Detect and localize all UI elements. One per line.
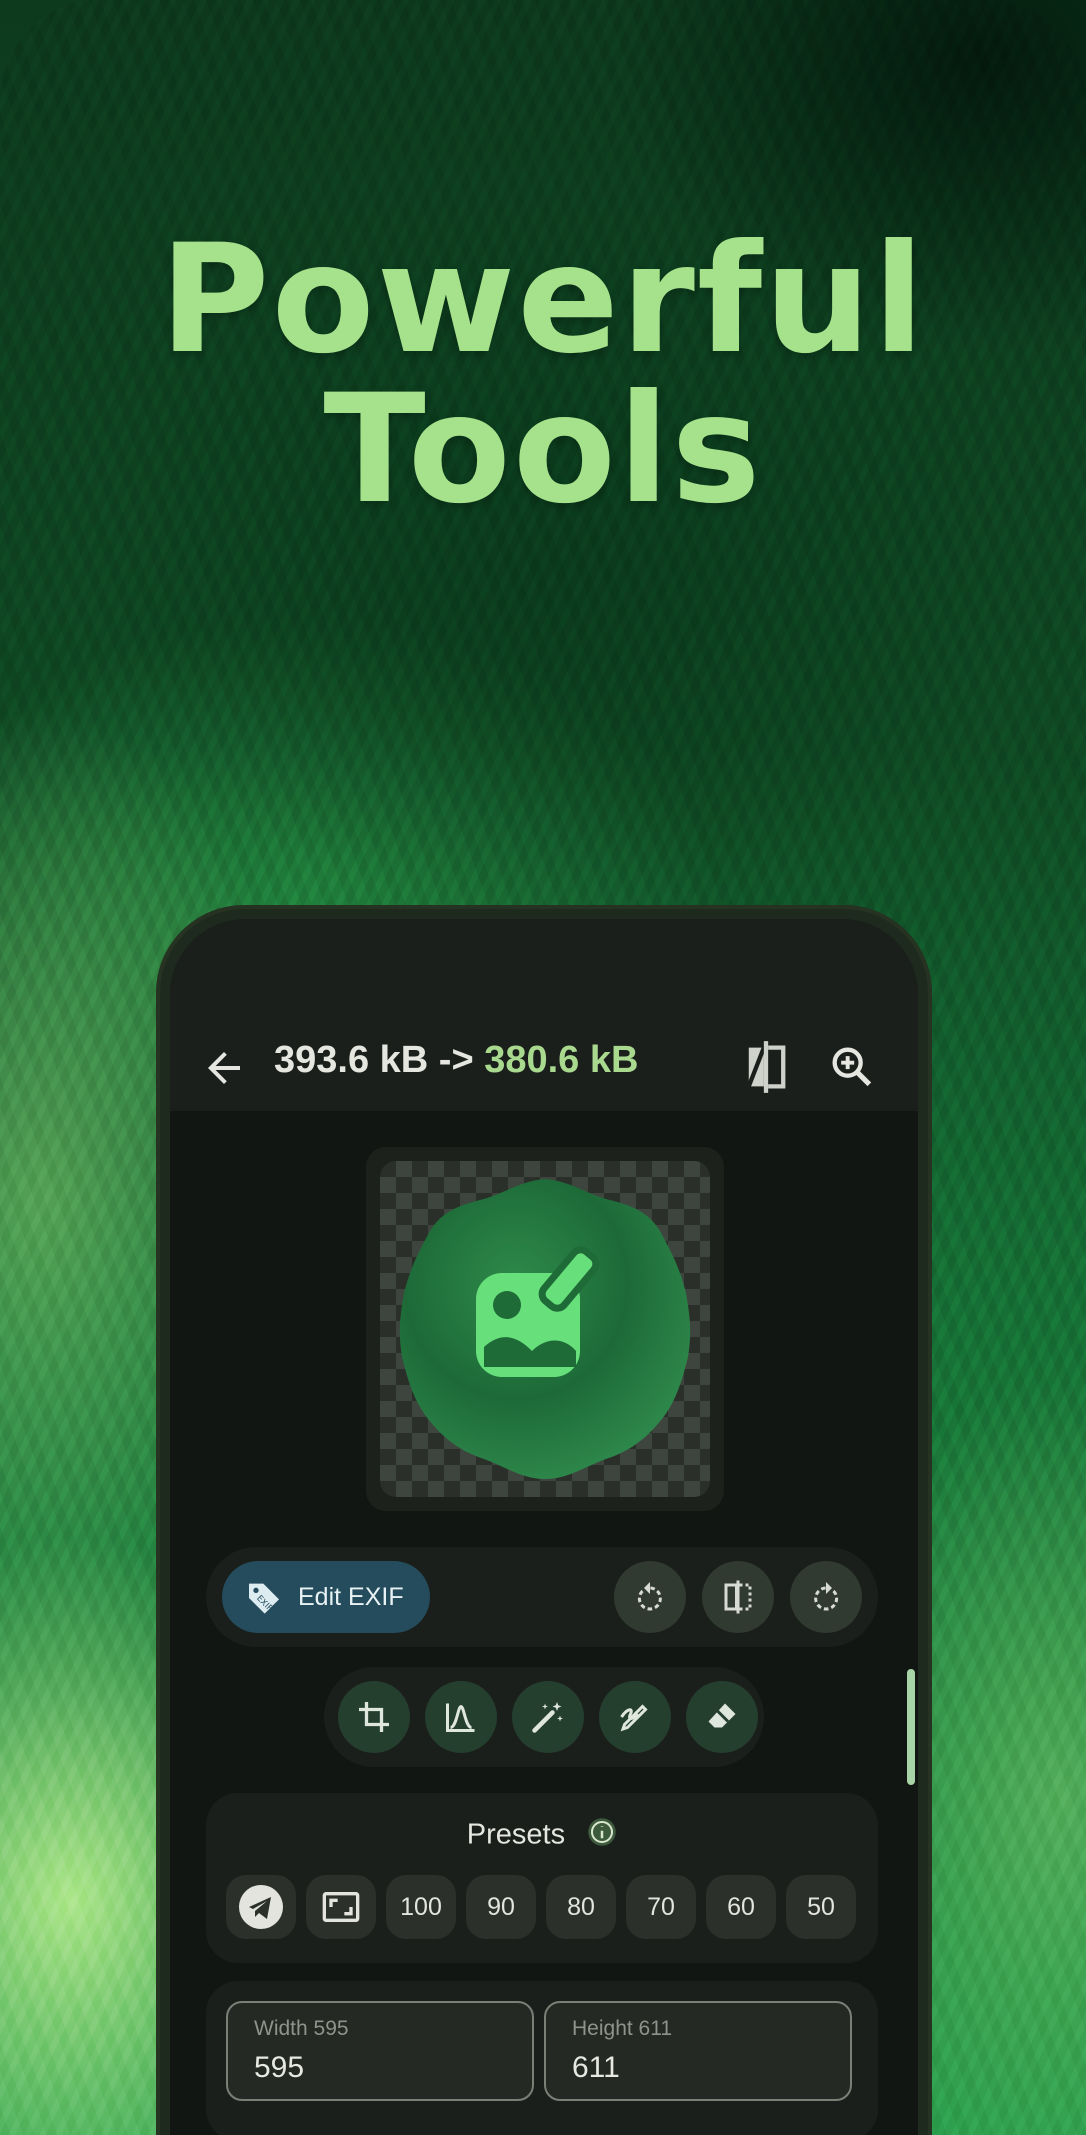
- aspect-ratio-icon: [322, 1892, 360, 1922]
- draw-button[interactable]: [599, 1681, 671, 1753]
- height-value: 611: [572, 2051, 620, 2084]
- preset-telegram[interactable]: [226, 1875, 296, 1939]
- preset-80[interactable]: 80: [546, 1875, 616, 1939]
- flip-button[interactable]: [702, 1561, 774, 1633]
- preview-image: [399, 1179, 691, 1479]
- eraser-icon: [708, 1703, 736, 1728]
- arrow-back-icon[interactable]: [200, 1044, 248, 1092]
- telegram-icon: [239, 1885, 283, 1929]
- rotate-right-button[interactable]: [790, 1561, 862, 1633]
- zoom-in-icon[interactable]: [826, 1041, 878, 1093]
- presets-title: Presets: [466, 1818, 566, 1851]
- height-label: Height 611: [572, 2017, 673, 2040]
- preset-aspect-ratio[interactable]: [306, 1875, 376, 1939]
- rotate-left-button[interactable]: [614, 1561, 686, 1633]
- size-before: 393.6 kB: [274, 1039, 429, 1081]
- height-field[interactable]: Height 611 611: [544, 2001, 852, 2101]
- headline-line-2: Tools: [323, 363, 763, 537]
- background: Powerful Tools 393.6 kB -> 380.6 kB EXIF…: [0, 0, 1086, 2135]
- image-preview-card[interactable]: [366, 1147, 724, 1511]
- rotate-right-icon: [814, 1582, 839, 1611]
- tools-row: [324, 1667, 764, 1767]
- eraser-button[interactable]: [686, 1681, 758, 1753]
- phone-frame: 393.6 kB -> 380.6 kB EXIF Edit EXIF Pres…: [156, 905, 932, 2135]
- crop-icon: [359, 1702, 389, 1732]
- size-after: 380.6 kB: [484, 1039, 639, 1081]
- preset-90[interactable]: 90: [466, 1875, 536, 1939]
- edit-exif-label: Edit EXIF: [298, 1582, 404, 1611]
- edit-exif-button[interactable]: EXIF Edit EXIF: [222, 1561, 430, 1633]
- compare-icon[interactable]: [740, 1039, 792, 1095]
- curves-button[interactable]: [425, 1681, 497, 1753]
- width-label: Width 595: [254, 2017, 349, 2040]
- magic-wand-button[interactable]: [512, 1681, 584, 1753]
- presets-card: Presets 100 90 80 70 60 50: [206, 1793, 878, 1963]
- curves-icon: [446, 1703, 475, 1732]
- presets-header: Presets: [206, 1817, 878, 1855]
- app-bar: 393.6 kB -> 380.6 kB: [170, 919, 918, 1111]
- flip-icon: [724, 1580, 752, 1614]
- action-row: EXIF Edit EXIF: [206, 1547, 878, 1647]
- exif-tag-icon: EXIF: [249, 1583, 279, 1614]
- page-title: 393.6 kB -> 380.6 kB: [274, 1039, 638, 1082]
- info-icon[interactable]: [587, 1817, 617, 1855]
- magic-wand-icon: [532, 1702, 563, 1733]
- rotate-left-icon: [637, 1582, 662, 1611]
- crop-button[interactable]: [338, 1681, 410, 1753]
- headline-line-1: Powerful: [159, 213, 927, 387]
- draw-icon: [620, 1704, 648, 1732]
- scrollbar-thumb[interactable]: [907, 1669, 915, 1785]
- size-arrow: ->: [438, 1039, 474, 1081]
- size-card: Width 595 595 Height 611 611: [206, 1981, 878, 2135]
- width-value: 595: [254, 2051, 305, 2084]
- phone-screen: 393.6 kB -> 380.6 kB EXIF Edit EXIF Pres…: [170, 919, 918, 2135]
- preset-50[interactable]: 50: [786, 1875, 856, 1939]
- preset-70[interactable]: 70: [626, 1875, 696, 1939]
- width-field[interactable]: Width 595 595: [226, 2001, 534, 2101]
- preset-60[interactable]: 60: [706, 1875, 776, 1939]
- preset-100[interactable]: 100: [386, 1875, 456, 1939]
